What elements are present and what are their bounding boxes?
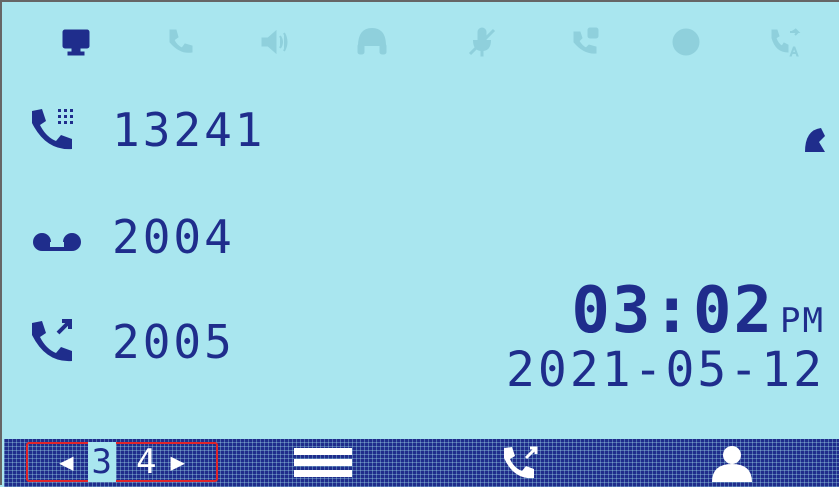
call-transfer-icon <box>28 317 96 367</box>
line-number: 13241 <box>112 103 266 157</box>
network-strength-icon <box>801 122 829 162</box>
mute-icon <box>464 24 500 60</box>
headset-icon <box>354 24 390 60</box>
page-current[interactable]: 3 <box>87 442 116 482</box>
page-next[interactable]: 4 <box>136 442 156 482</box>
line-row-1[interactable]: 13241 <box>28 100 265 160</box>
voicemail-dial-icon <box>28 105 96 155</box>
svg-text:A: A <box>790 45 799 59</box>
clock-time: 03:02 PM <box>571 274 825 348</box>
call-log-softkey[interactable] <box>500 444 552 482</box>
line-number: 2004 <box>112 210 235 264</box>
network-icon <box>58 24 94 60</box>
page-selector[interactable]: ◀ 3 4 ▶ <box>26 442 218 482</box>
time-ampm: PM <box>780 301 825 341</box>
call-forward-icon <box>568 24 604 60</box>
speaker-icon <box>258 24 294 60</box>
page-right-arrow-icon[interactable]: ▶ <box>170 448 184 476</box>
line-number: 2005 <box>112 315 235 369</box>
time-value: 03:02 <box>571 274 775 348</box>
status-icon-row: A <box>2 24 839 64</box>
phone-icon <box>162 24 198 60</box>
auto-answer-icon: A <box>768 24 804 60</box>
contact-icon <box>712 446 752 482</box>
dnd-icon <box>668 24 704 60</box>
line-row-3[interactable]: 2005 <box>28 312 235 372</box>
lcd-screen: A 13241 2004 2005 03:02 PM 2021-05-12 ◀ 3… <box>0 0 839 487</box>
clock-date: 2021-05-12 <box>506 342 825 398</box>
line-row-2[interactable]: 2004 <box>28 207 235 267</box>
call-log-icon <box>504 446 538 479</box>
contacts-softkey[interactable] <box>706 444 758 482</box>
page-left-arrow-icon[interactable]: ◀ <box>59 448 73 476</box>
voicemail-icon <box>28 212 96 262</box>
menu-softkey[interactable] <box>292 444 354 482</box>
menu-icon <box>294 448 352 477</box>
